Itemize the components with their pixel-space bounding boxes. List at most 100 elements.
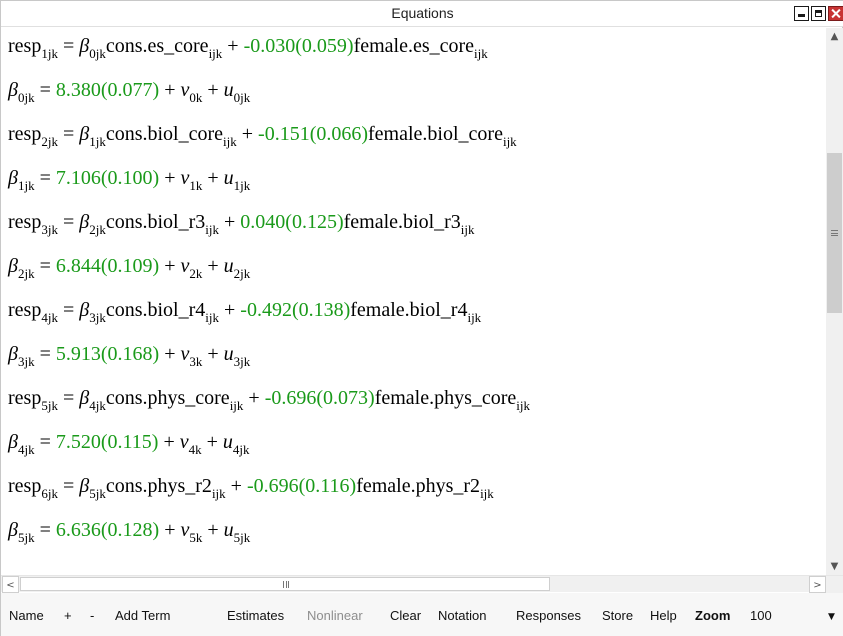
term-label: cons.phys_core	[105, 387, 230, 409]
equation-intercept-3[interactable]: β2jk = 6.844(0.109) + v2k + u2jk	[8, 255, 250, 280]
zoom-select[interactable]: 100	[750, 608, 772, 623]
subscript: 4jk	[17, 442, 35, 457]
equations-toolbar: Name + - Add Term Estimates Nonlinear Cl…	[1, 593, 843, 636]
subscript: ijk	[467, 310, 482, 325]
coefficient-estimate[interactable]: -0.030(0.059)	[244, 35, 354, 57]
subscript: ijk	[460, 222, 475, 237]
add-button[interactable]: +	[64, 608, 72, 623]
equals-sign: =	[62, 299, 75, 321]
equals-sign: =	[62, 211, 75, 233]
coefficient-estimate[interactable]: -0.696(0.073)	[265, 387, 375, 409]
equals-sign: =	[39, 167, 51, 189]
equals-sign: =	[39, 519, 51, 541]
subscript: 0jk	[17, 90, 35, 105]
equals-sign: =	[39, 343, 51, 365]
minimize-button[interactable]	[794, 6, 809, 21]
beta-symbol: β	[8, 255, 18, 277]
subscript: ijk	[516, 398, 531, 413]
equation-intercept-2[interactable]: β1jk = 7.106(0.100) + v1k + u1jk	[8, 167, 250, 192]
intercept-estimate[interactable]: 5.913(0.168)	[56, 343, 159, 365]
plus-sign: +	[207, 167, 219, 189]
equation-response-6[interactable]: resp6jk = β5jkcons.phys_r2ijk + -0.696(0…	[8, 475, 494, 500]
equation-intercept-6[interactable]: β5jk = 6.636(0.128) + v5k + u5jk	[8, 519, 250, 544]
intercept-estimate[interactable]: 7.520(0.115)	[56, 431, 159, 453]
subscript: 2jk	[233, 266, 251, 281]
scroll-right-icon[interactable]: >	[809, 576, 826, 593]
subscript: 1jk	[17, 178, 35, 193]
equation-response-5[interactable]: resp5jk = β4jkcons.phys_coreijk + -0.696…	[8, 387, 530, 412]
zoom-label: Zoom	[695, 608, 731, 623]
subscript: 5jk	[17, 530, 35, 545]
plus-sign: +	[164, 519, 176, 541]
estimates-button[interactable]: Estimates	[227, 608, 284, 623]
variable-label: female.phys_r2	[356, 475, 481, 497]
plus-sign: +	[206, 431, 218, 453]
coefficient-estimate[interactable]: -0.696(0.116)	[247, 475, 356, 497]
vertical-scrollbar[interactable]: ▲ ▼	[826, 28, 843, 575]
add-term-button[interactable]: Add Term	[115, 608, 170, 623]
coefficient-estimate[interactable]: 0.040(0.125)	[240, 211, 343, 233]
subscript: 1jk	[89, 134, 106, 149]
subscript: 2jk	[17, 266, 35, 281]
close-button[interactable]	[828, 6, 843, 21]
scroll-up-icon[interactable]: ▲	[826, 28, 843, 45]
intercept-estimate[interactable]: 6.636(0.128)	[56, 519, 159, 541]
response-label: resp	[8, 35, 42, 57]
store-button[interactable]: Store	[602, 608, 633, 623]
chevron-down-icon[interactable]: ▼	[828, 612, 835, 622]
subscript: 5jk	[233, 530, 251, 545]
equation-intercept-5[interactable]: β4jk = 7.520(0.115) + v4k + u4jk	[8, 431, 250, 456]
equation-response-2[interactable]: resp2jk = β1jkcons.biol_coreijk + -0.151…	[8, 123, 517, 148]
window-title: Equations	[391, 5, 454, 21]
equation-intercept-4[interactable]: β3jk = 5.913(0.168) + v3k + u3jk	[8, 343, 250, 368]
u-symbol: u	[223, 167, 234, 189]
beta-symbol: β	[8, 519, 18, 541]
plus-sign: +	[207, 79, 219, 101]
equation-response-3[interactable]: resp3jk = β2jkcons.biol_r3ijk + 0.040(0.…	[8, 211, 475, 236]
clear-button[interactable]: Clear	[390, 608, 421, 623]
v-symbol: v	[179, 431, 189, 453]
term-label: cons.biol_r3	[105, 211, 206, 233]
term-label: cons.phys_r2	[105, 475, 212, 497]
intercept-estimate[interactable]: 6.844(0.109)	[56, 255, 159, 277]
nonlinear-button[interactable]: Nonlinear	[307, 608, 363, 623]
term-label: cons.es_core	[105, 35, 209, 57]
plus-sign: +	[164, 167, 176, 189]
notation-button[interactable]: Notation	[438, 608, 486, 623]
plus-sign: +	[164, 343, 176, 365]
equations-content: resp 1jk = β 0jk cons.es_coreijk + -0.030(0…	[1, 28, 826, 575]
horizontal-scrollbar[interactable]: < >	[1, 575, 843, 593]
coefficient-estimate[interactable]: -0.492(0.138)	[240, 299, 350, 321]
maximize-button[interactable]	[811, 6, 826, 21]
help-button[interactable]: Help	[650, 608, 677, 623]
variable-label: female.phys_core	[374, 387, 517, 409]
equation-response-1[interactable]: resp1jk = β0jkcons.es_coreijk + -0.030(0…	[8, 35, 488, 60]
u-symbol: u	[222, 431, 233, 453]
equals-sign: =	[62, 35, 75, 57]
subscript: 4jk	[41, 310, 58, 325]
equals-sign: =	[39, 431, 51, 453]
intercept-estimate[interactable]: 7.106(0.100)	[56, 167, 159, 189]
remove-button[interactable]: -	[90, 608, 94, 623]
coefficient-estimate[interactable]: -0.151(0.066)	[258, 123, 368, 145]
beta-symbol: β	[79, 211, 90, 233]
beta-symbol: β	[79, 387, 90, 409]
equals-sign: =	[39, 79, 51, 101]
horizontal-scroll-thumb[interactable]	[20, 577, 550, 591]
name-button[interactable]: Name	[9, 608, 44, 623]
variable-label: female.biol_core	[368, 123, 503, 145]
vertical-scroll-thumb[interactable]	[827, 153, 842, 313]
plus-sign: +	[207, 343, 219, 365]
beta-symbol: β	[8, 431, 18, 453]
subscript: 0jk	[233, 90, 251, 105]
scroll-down-icon[interactable]: ▼	[826, 558, 843, 575]
title-bar[interactable]: Equations	[1, 1, 843, 27]
intercept-estimate[interactable]: 8.380(0.077)	[56, 79, 159, 101]
subscript: 0k	[189, 90, 203, 105]
responses-button[interactable]: Responses	[516, 608, 581, 623]
plus-sign: +	[224, 211, 236, 233]
subscript: 4k	[188, 442, 202, 457]
equation-intercept-1[interactable]: β0jk = 8.380(0.077) + v0k + u0jk	[8, 79, 250, 104]
equation-response-4[interactable]: resp4jk = β3jkcons.biol_r4ijk + -0.492(0…	[8, 299, 481, 324]
scroll-left-icon[interactable]: <	[2, 576, 19, 593]
